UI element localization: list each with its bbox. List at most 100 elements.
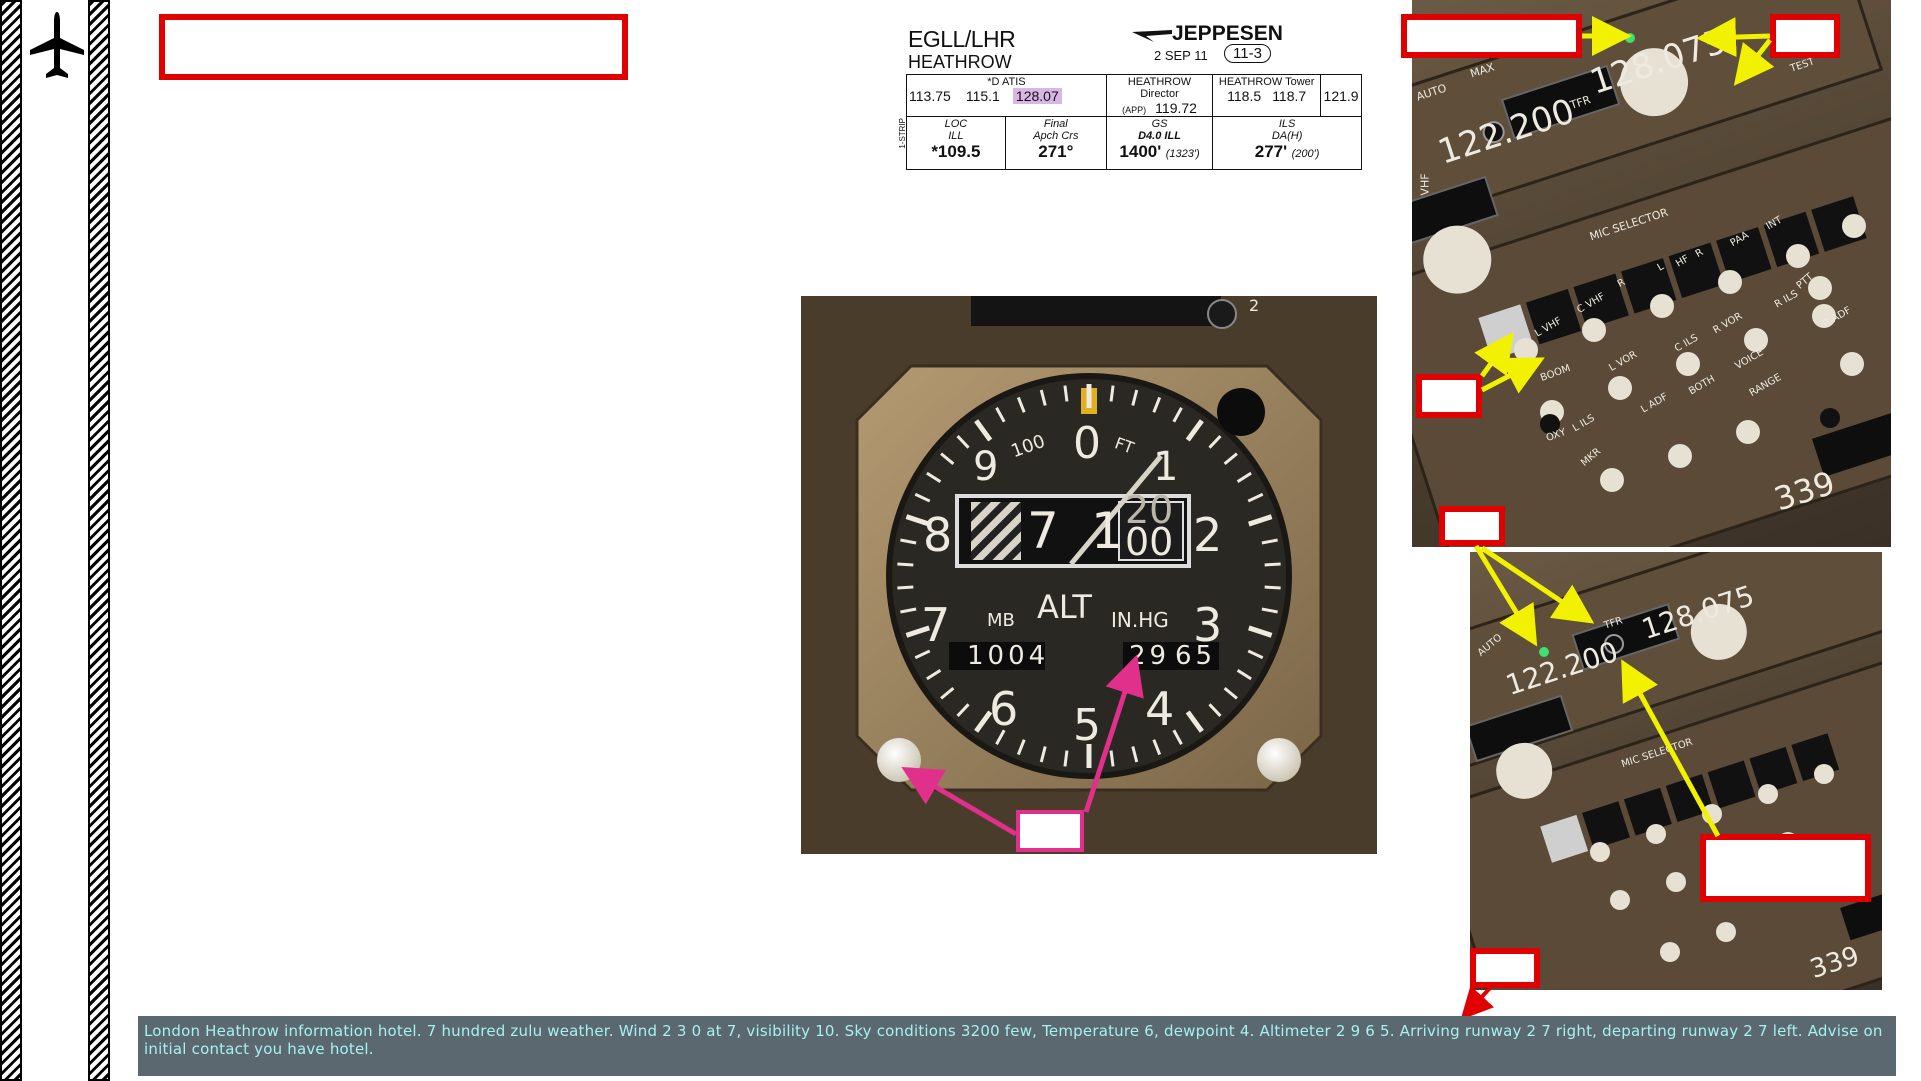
mic-label-int: INT bbox=[1764, 214, 1785, 233]
dial-label-100: 100 bbox=[1008, 430, 1048, 463]
upper-radio-panel-image: 128.075 122.200 TFR AUTO MAX VHF TEST MI… bbox=[1412, 0, 1891, 547]
knob-label-r-adf: R ADF bbox=[1821, 305, 1854, 330]
mic-label-paa: PAA bbox=[1728, 229, 1751, 250]
dial-number-7: 7 bbox=[921, 598, 951, 652]
chart-page-number: 11-3 bbox=[1224, 44, 1271, 63]
title-callout-box bbox=[159, 14, 628, 80]
tower-label: HEATHROW Tower bbox=[1218, 76, 1315, 88]
dial-number-0: 0 bbox=[1073, 418, 1101, 469]
lower-radio-panel-image: 128.075 122.200 TFR AUTO MIC SELECTOR 33… bbox=[1470, 552, 1882, 990]
left-sidebar-rail bbox=[0, 0, 114, 1081]
frequency-table: *D ATIS 113.75 115.1 128.07 HEATHROW Dir… bbox=[906, 74, 1362, 170]
callout-box-caption bbox=[1470, 948, 1540, 988]
callout-box-freq-knob bbox=[1770, 14, 1840, 58]
loc-freq: *109.5 bbox=[931, 142, 981, 161]
jeppesen-logo-icon bbox=[1132, 30, 1172, 42]
baro-inhg-right: 65 bbox=[1175, 641, 1217, 671]
lower-vhf-active: 128.075 bbox=[1637, 578, 1759, 647]
mic-label-l-vhf: L VHF bbox=[1533, 315, 1564, 340]
callout-box-active-freq bbox=[1401, 14, 1582, 58]
dial-number-2: 2 bbox=[1193, 508, 1223, 562]
gs-label: GS bbox=[1151, 118, 1168, 130]
director-freq: 119.72 bbox=[1155, 100, 1197, 116]
director-sub: (APP) bbox=[1122, 105, 1147, 115]
loc-ident: ILL bbox=[948, 130, 964, 142]
upper-vhf-active: 128.075 bbox=[1585, 21, 1732, 103]
publisher-name: JEPPESEN bbox=[1172, 22, 1283, 45]
callout-box-baro-setting bbox=[1016, 810, 1084, 852]
atis-label: *D ATIS bbox=[987, 76, 1026, 88]
dial-number-1: 1 bbox=[1153, 444, 1179, 490]
knob-label-l-adf: L ADF bbox=[1639, 391, 1670, 416]
ils-label: ILS bbox=[1278, 118, 1296, 130]
atis-freq-highlighted: 128.07 bbox=[1012, 88, 1062, 104]
loc-label: LOC bbox=[944, 118, 968, 130]
baro-mb-value: 1004 bbox=[967, 641, 1050, 671]
gs-value: 1400' bbox=[1119, 142, 1162, 161]
knob-label-l-vor: L VOR bbox=[1607, 349, 1639, 374]
airport-city: HEATHROW bbox=[908, 52, 1012, 72]
callout-box-standby-knob bbox=[1700, 834, 1871, 902]
altimeter-instrument-image: 0 1 2 3 4 5 6 7 8 9 100 FT ALT MB IN.HG … bbox=[801, 296, 1377, 854]
gs-value-sub: (1323') bbox=[1165, 148, 1200, 160]
knob-label-both: BOTH bbox=[1687, 373, 1718, 398]
lower-label-tfr: TFR bbox=[1602, 615, 1625, 632]
right-hatched-strip bbox=[88, 0, 110, 1081]
final-sub: Apch Crs bbox=[1033, 130, 1079, 142]
ils-sub: DA(H) bbox=[1271, 130, 1303, 142]
dial-number-6: 6 bbox=[989, 682, 1019, 736]
ils-value: 277' bbox=[1254, 142, 1288, 161]
upper-label-vhf: VHF bbox=[1418, 173, 1432, 196]
lower-display-value: 339 bbox=[1806, 941, 1864, 985]
mic-label-r: R bbox=[1615, 276, 1628, 291]
knob-label-oxy: OXY bbox=[1544, 426, 1568, 445]
lower-label-auto: AUTO bbox=[1475, 632, 1505, 659]
knob-label-boom: BOOM bbox=[1539, 363, 1573, 384]
altitude-counter-tens-bottom: 00 bbox=[1125, 520, 1174, 564]
altitude-counter-hundreds: 1 bbox=[1091, 502, 1123, 560]
tower-freq-2: 118.7 bbox=[1272, 88, 1307, 104]
lower-mic-selector-label: MIC SELECTOR bbox=[1620, 736, 1695, 771]
upper-mic-selector-label: MIC SELECTOR bbox=[1587, 205, 1670, 244]
left-hatched-strip bbox=[0, 0, 22, 1081]
knob-label-mkr: MKR bbox=[1579, 446, 1604, 469]
approach-chart-header: EGLL/LHR HEATHROW JEPPESEN 2 SEP 11 11-3… bbox=[898, 22, 1362, 170]
atis-freq-2: 115.1 bbox=[965, 88, 1000, 104]
tower-freq-1: 118.5 bbox=[1227, 88, 1262, 104]
mic-label-l: L bbox=[1655, 261, 1666, 274]
knob-label-voice: VOICE bbox=[1733, 347, 1766, 372]
dial-number-4: 4 bbox=[1145, 682, 1175, 736]
upper-label-test: TEST bbox=[1788, 56, 1816, 75]
extra-freq: 121.9 bbox=[1323, 88, 1359, 104]
callout-box-mic-select bbox=[1416, 374, 1482, 418]
director-label: HEATHROW Director bbox=[1127, 76, 1192, 100]
altitude-counter-thousands: 7 bbox=[1027, 502, 1059, 560]
baro-inhg-left: 29 bbox=[1129, 641, 1171, 671]
upper-label-max: MAX bbox=[1468, 60, 1496, 81]
gs-sub: D4.0 ILL bbox=[1138, 130, 1181, 142]
atis-caption: London Heathrow information hotel. 7 hun… bbox=[138, 1016, 1896, 1076]
upper-vhf-standby: 122.200 bbox=[1433, 91, 1580, 173]
lower-vhf-standby: 122.200 bbox=[1501, 634, 1623, 703]
knob-label-c-ils: C ILS bbox=[1672, 332, 1701, 355]
corner-mark: 2 bbox=[1249, 296, 1260, 315]
upper-label-auto: AUTO bbox=[1414, 81, 1449, 104]
atis-freq-1: 113.75 bbox=[909, 88, 951, 104]
upper-label-tfr: TFR bbox=[1568, 93, 1593, 112]
chart-date: 2 SEP 11 bbox=[1154, 48, 1208, 63]
red-arrow bbox=[1460, 985, 1495, 1020]
dial-number-5: 5 bbox=[1073, 700, 1101, 751]
knob-label-ptt: PTT bbox=[1794, 271, 1816, 292]
dial-label-inhg: IN.HG bbox=[1111, 608, 1169, 632]
airplane-icon bbox=[30, 12, 84, 78]
mic-label-hf: HF bbox=[1674, 253, 1692, 270]
dial-number-9: 9 bbox=[973, 444, 999, 490]
knob-label-range: RANGE bbox=[1747, 372, 1784, 399]
dial-label-alt: ALT bbox=[1037, 588, 1092, 626]
dial-label-ft: FT bbox=[1112, 433, 1137, 458]
knob-label-r-ils: R ILS bbox=[1772, 288, 1801, 311]
callout-box-transfer bbox=[1439, 506, 1505, 546]
knob-label-r-vor: R VOR bbox=[1711, 310, 1745, 337]
dial-label-mb: MB bbox=[987, 610, 1015, 631]
final-value: 271° bbox=[1038, 142, 1074, 161]
